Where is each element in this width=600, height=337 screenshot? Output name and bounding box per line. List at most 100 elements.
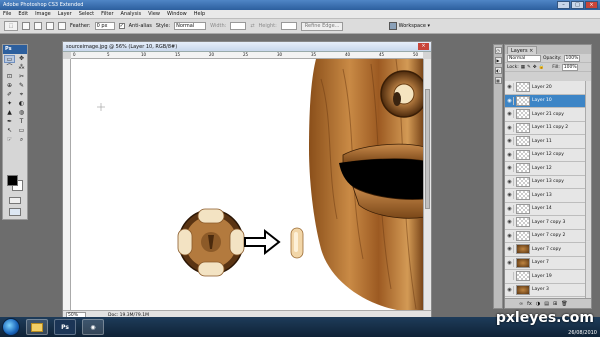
visibility-eye-icon[interactable]: ◉ bbox=[506, 218, 514, 227]
width-input[interactable] bbox=[230, 22, 247, 30]
menu-filter[interactable]: Filter bbox=[101, 10, 113, 19]
taskbar-disk[interactable]: ◉ bbox=[82, 319, 104, 335]
move-tool-icon[interactable]: ✥ bbox=[16, 55, 27, 63]
menu-image[interactable]: Image bbox=[35, 10, 51, 19]
link-layers-icon[interactable]: ∞ bbox=[519, 301, 523, 307]
minimize-button[interactable]: – bbox=[557, 1, 570, 9]
visibility-eye-icon[interactable]: ◉ bbox=[506, 204, 514, 213]
horizontal-ruler[interactable]: 0 5 10 15 20 25 30 35 40 45 50 bbox=[71, 52, 423, 59]
screen-mode-icon[interactable] bbox=[9, 208, 21, 216]
layer-row[interactable]: ◉ Layer 7 copy bbox=[505, 243, 587, 257]
menu-view[interactable]: View bbox=[148, 10, 160, 19]
maximize-button[interactable]: □ bbox=[571, 1, 584, 9]
document-close-button[interactable]: × bbox=[418, 43, 429, 50]
refine-edge-button[interactable]: Refine Edge... bbox=[300, 21, 344, 31]
style-select[interactable]: Normal bbox=[174, 22, 207, 30]
visibility-eye-icon[interactable]: ◉ bbox=[506, 137, 514, 146]
vertical-scroll-thumb[interactable] bbox=[425, 89, 430, 209]
visibility-eye-icon[interactable]: ◉ bbox=[506, 83, 514, 92]
dock-actions-icon[interactable]: ▶ bbox=[494, 57, 502, 64]
layer-row[interactable]: ◉ Layer 13 bbox=[505, 189, 587, 203]
visibility-eye-icon[interactable]: ◉ bbox=[506, 177, 514, 186]
zoom-tool-icon[interactable]: ⌕ bbox=[16, 136, 27, 144]
menu-help[interactable]: Help bbox=[194, 10, 205, 19]
swap-icon[interactable]: ⇄ bbox=[250, 23, 254, 29]
layer-row[interactable]: ◉ Layer 7 copy 2 bbox=[505, 229, 587, 243]
feather-input[interactable]: 0 px bbox=[94, 22, 115, 30]
dock-color-icon[interactable]: ◐ bbox=[494, 67, 502, 74]
marquee-tool-icon[interactable]: ▭ bbox=[4, 55, 15, 63]
brush-tool-icon[interactable]: ✎ bbox=[16, 82, 27, 90]
visibility-eye-icon[interactable]: ◉ bbox=[506, 258, 514, 267]
layer-row[interactable]: ◉ Layer 10 bbox=[505, 94, 587, 108]
document-canvas[interactable] bbox=[71, 59, 425, 312]
gradient-tool-icon[interactable]: ◐ bbox=[16, 100, 27, 108]
path-selection-icon[interactable]: ↖ bbox=[4, 127, 15, 135]
lock-transparency-icon[interactable]: ▦ bbox=[521, 65, 525, 70]
layer-row[interactable]: ◉ Layer 11 copy 2 bbox=[505, 121, 587, 135]
visibility-eye-icon[interactable]: ◉ bbox=[506, 150, 514, 159]
layer-row[interactable]: ◉ Layer 14 bbox=[505, 202, 587, 216]
layer-row[interactable]: ◉ Layer 7 bbox=[505, 256, 587, 270]
layer-row[interactable]: ◉ Layer 20 bbox=[505, 81, 587, 95]
layer-row[interactable]: ◉ Layer 13 copy bbox=[505, 175, 587, 189]
vertical-ruler[interactable] bbox=[63, 59, 71, 310]
healing-brush-icon[interactable]: ⊕ bbox=[4, 82, 15, 90]
crop-tool-icon[interactable]: ⊡ bbox=[4, 73, 15, 81]
close-button[interactable]: × bbox=[585, 1, 598, 9]
visibility-eye-icon[interactable] bbox=[506, 272, 514, 281]
dock-history-icon[interactable]: ◷ bbox=[494, 47, 502, 54]
lasso-tool-icon[interactable]: ⌒ bbox=[4, 64, 15, 72]
menu-layer[interactable]: Layer bbox=[58, 10, 72, 19]
delete-layer-icon[interactable]: 🗑 bbox=[561, 301, 567, 307]
lock-position-icon[interactable]: ✥ bbox=[533, 65, 537, 70]
visibility-eye-icon[interactable]: ◉ bbox=[506, 96, 514, 105]
dodge-tool-icon[interactable]: ◍ bbox=[16, 109, 27, 117]
taskbar-explorer[interactable] bbox=[26, 319, 48, 335]
type-tool-icon[interactable]: T bbox=[16, 118, 27, 126]
menu-select[interactable]: Select bbox=[79, 10, 94, 19]
layer-row[interactable]: Layer 19 bbox=[505, 270, 587, 284]
layer-row[interactable]: ◉ Layer 11 bbox=[505, 135, 587, 149]
menu-analysis[interactable]: Analysis bbox=[121, 10, 142, 19]
lock-image-icon[interactable]: ✎ bbox=[527, 65, 531, 70]
subtract-selection-icon[interactable] bbox=[46, 22, 54, 30]
blur-tool-icon[interactable]: ▲ bbox=[4, 109, 15, 117]
visibility-eye-icon[interactable]: ◉ bbox=[506, 191, 514, 200]
layer-row[interactable]: ◉ Layer 7 copy 3 bbox=[505, 216, 587, 230]
foreground-color-swatch[interactable] bbox=[7, 175, 18, 186]
layer-row[interactable]: ◉ Layer 12 copy bbox=[505, 148, 587, 162]
slice-tool-icon[interactable]: ✂ bbox=[16, 73, 27, 81]
layer-row[interactable]: ◉ Layer 3 bbox=[505, 283, 587, 297]
add-selection-icon[interactable] bbox=[34, 22, 42, 30]
magic-wand-icon[interactable]: ⁂ bbox=[16, 64, 27, 72]
lock-all-icon[interactable]: 🔒 bbox=[539, 65, 545, 70]
dock-swatches-icon[interactable]: ▦ bbox=[494, 77, 502, 84]
menu-window[interactable]: Window bbox=[167, 10, 187, 19]
vertical-scrollbar[interactable] bbox=[423, 59, 431, 310]
visibility-eye-icon[interactable]: ◉ bbox=[506, 164, 514, 173]
menu-edit[interactable]: Edit bbox=[18, 10, 28, 19]
layer-row[interactable]: ◉ Layer 21 copy bbox=[505, 108, 587, 122]
adjustment-layer-icon[interactable]: ◑ bbox=[536, 301, 540, 307]
start-button[interactable] bbox=[2, 318, 20, 336]
layers-scrollbar[interactable] bbox=[585, 81, 591, 298]
tool-preset-picker[interactable]: ⬚ bbox=[4, 21, 18, 31]
visibility-eye-icon[interactable]: ◉ bbox=[506, 245, 514, 254]
visibility-eye-icon[interactable]: ◉ bbox=[506, 110, 514, 119]
opacity-input[interactable]: 100% bbox=[563, 54, 580, 62]
visibility-eye-icon[interactable]: ◉ bbox=[506, 123, 514, 132]
blend-mode-select[interactable]: Normal bbox=[507, 54, 541, 62]
eraser-tool-icon[interactable]: ✦ bbox=[4, 100, 15, 108]
hand-tool-icon[interactable]: ☞ bbox=[4, 136, 15, 144]
tab-layers[interactable]: Layers × bbox=[507, 46, 538, 54]
layer-mask-icon[interactable]: ▤ bbox=[544, 301, 549, 307]
pen-tool-icon[interactable]: ✒ bbox=[4, 118, 15, 126]
history-brush-icon[interactable]: ⌖ bbox=[16, 91, 27, 99]
menu-file[interactable]: File bbox=[3, 10, 11, 19]
antialias-checkbox[interactable]: ✓ bbox=[118, 23, 125, 29]
new-selection-icon[interactable] bbox=[22, 22, 30, 30]
visibility-eye-icon[interactable]: ◉ bbox=[506, 231, 514, 240]
shape-tool-icon[interactable]: ▭ bbox=[16, 127, 27, 135]
height-input[interactable] bbox=[280, 22, 297, 30]
